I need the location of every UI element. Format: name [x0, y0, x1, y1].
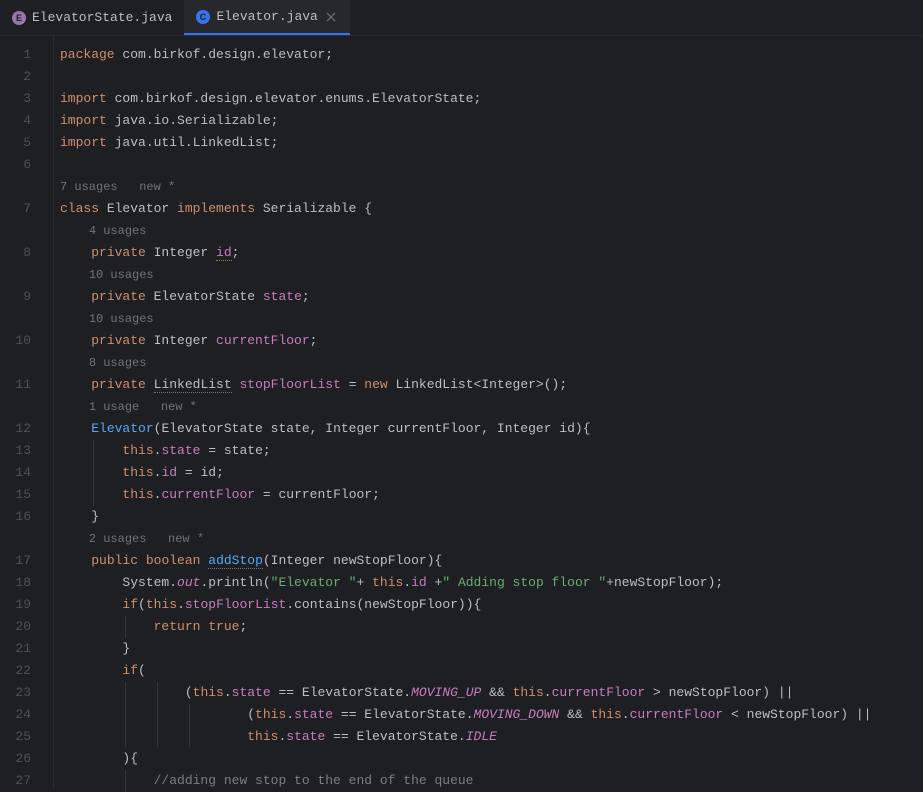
line-number[interactable]: 26: [0, 748, 53, 770]
code-line[interactable]: this.id = id;: [54, 462, 923, 484]
usage-hint[interactable]: 2 usages new *: [54, 528, 923, 550]
code-line[interactable]: ){: [54, 748, 923, 770]
line-number[interactable]: 14: [0, 462, 53, 484]
code-line[interactable]: (this.state == ElevatorState.MOVING_DOWN…: [54, 704, 923, 726]
gutter-spacer: [0, 308, 53, 330]
line-number[interactable]: 25: [0, 726, 53, 748]
code-line[interactable]: }: [54, 506, 923, 528]
line-number[interactable]: 22: [0, 660, 53, 682]
code-line[interactable]: [54, 154, 923, 176]
line-number[interactable]: 16: [0, 506, 53, 528]
code-line[interactable]: private Integer currentFloor;: [54, 330, 923, 352]
gutter-spacer: [0, 176, 53, 198]
svg-text:C: C: [200, 12, 207, 22]
line-number[interactable]: 13: [0, 440, 53, 462]
tab-elevator-state[interactable]: E ElevatorState.java: [0, 0, 184, 35]
gutter-spacer: [0, 528, 53, 550]
code-line[interactable]: import java.io.Serializable;: [54, 110, 923, 132]
line-number[interactable]: 4: [0, 110, 53, 132]
code-line[interactable]: import java.util.LinkedList;: [54, 132, 923, 154]
line-number[interactable]: 23: [0, 682, 53, 704]
line-number[interactable]: 21: [0, 638, 53, 660]
code-line[interactable]: Elevator(ElevatorState state, Integer cu…: [54, 418, 923, 440]
code-line[interactable]: import com.birkof.design.elevator.enums.…: [54, 88, 923, 110]
line-number[interactable]: 10: [0, 330, 53, 352]
usage-hint[interactable]: 10 usages: [54, 264, 923, 286]
usage-hint[interactable]: 1 usage new *: [54, 396, 923, 418]
gutter-spacer: [0, 220, 53, 242]
line-number[interactable]: 17: [0, 550, 53, 572]
editor: 1 2 3 4 5 6 7 8 9 10 11 12 13 14 15 16 1…: [0, 36, 923, 790]
line-number[interactable]: 12: [0, 418, 53, 440]
line-number[interactable]: 2: [0, 66, 53, 88]
code-line[interactable]: if(this.stopFloorList.contains(newStopFl…: [54, 594, 923, 616]
code-line[interactable]: private Integer id;: [54, 242, 923, 264]
line-number[interactable]: 1: [0, 44, 53, 66]
code-line[interactable]: return true;: [54, 616, 923, 638]
line-number[interactable]: 24: [0, 704, 53, 726]
line-number[interactable]: 18: [0, 572, 53, 594]
usage-hint[interactable]: 10 usages: [54, 308, 923, 330]
svg-text:E: E: [16, 13, 22, 23]
usage-hint[interactable]: 4 usages: [54, 220, 923, 242]
line-number[interactable]: 6: [0, 154, 53, 176]
usage-hint[interactable]: 7 usages new *: [54, 176, 923, 198]
line-number[interactable]: 27: [0, 770, 53, 792]
code-line[interactable]: System.out.println("Elevator "+ this.id …: [54, 572, 923, 594]
code-line[interactable]: }: [54, 638, 923, 660]
code-line[interactable]: package com.birkof.design.elevator;: [54, 44, 923, 66]
editor-tabs: E ElevatorState.java C Elevator.java: [0, 0, 923, 36]
code-area[interactable]: package com.birkof.design.elevator; impo…: [53, 36, 923, 790]
line-number[interactable]: 7: [0, 198, 53, 220]
code-line[interactable]: class Elevator implements Serializable {: [54, 198, 923, 220]
gutter-spacer: [0, 264, 53, 286]
line-number[interactable]: 15: [0, 484, 53, 506]
line-number[interactable]: 20: [0, 616, 53, 638]
tab-label: Elevator.java: [216, 9, 317, 24]
tab-label: ElevatorState.java: [32, 10, 172, 25]
class-icon: C: [196, 10, 210, 24]
line-number[interactable]: 5: [0, 132, 53, 154]
code-line[interactable]: private ElevatorState state;: [54, 286, 923, 308]
line-number[interactable]: 8: [0, 242, 53, 264]
code-line[interactable]: (this.state == ElevatorState.MOVING_UP &…: [54, 682, 923, 704]
tab-elevator[interactable]: C Elevator.java: [184, 0, 349, 35]
code-line[interactable]: this.state = state;: [54, 440, 923, 462]
enum-icon: E: [12, 11, 26, 25]
line-number[interactable]: 3: [0, 88, 53, 110]
usage-hint[interactable]: 8 usages: [54, 352, 923, 374]
code-line[interactable]: public boolean addStop(Integer newStopFl…: [54, 550, 923, 572]
code-line[interactable]: //adding new stop to the end of the queu…: [54, 770, 923, 792]
line-number[interactable]: 19: [0, 594, 53, 616]
code-line[interactable]: [54, 66, 923, 88]
close-icon[interactable]: [324, 10, 338, 24]
line-number[interactable]: 11: [0, 374, 53, 396]
line-number[interactable]: 9: [0, 286, 53, 308]
code-line[interactable]: this.currentFloor = currentFloor;: [54, 484, 923, 506]
code-line[interactable]: this.state == ElevatorState.IDLE: [54, 726, 923, 748]
code-line[interactable]: if(: [54, 660, 923, 682]
code-line[interactable]: private LinkedList stopFloorList = new L…: [54, 374, 923, 396]
gutter-spacer: [0, 352, 53, 374]
line-gutter: 1 2 3 4 5 6 7 8 9 10 11 12 13 14 15 16 1…: [0, 36, 53, 790]
gutter-spacer: [0, 396, 53, 418]
